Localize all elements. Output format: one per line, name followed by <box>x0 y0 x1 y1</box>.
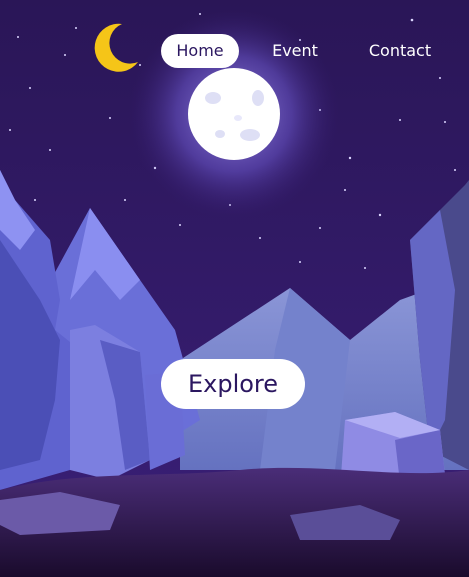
nav-link-event[interactable]: Event <box>262 34 328 68</box>
crescent-moon-icon[interactable] <box>92 22 140 74</box>
explore-button[interactable]: Explore <box>161 359 305 409</box>
nav-link-contact[interactable]: Contact <box>360 34 440 68</box>
top-navigation: Home Event Contact <box>0 0 469 100</box>
nav-link-home[interactable]: Home <box>161 34 239 68</box>
